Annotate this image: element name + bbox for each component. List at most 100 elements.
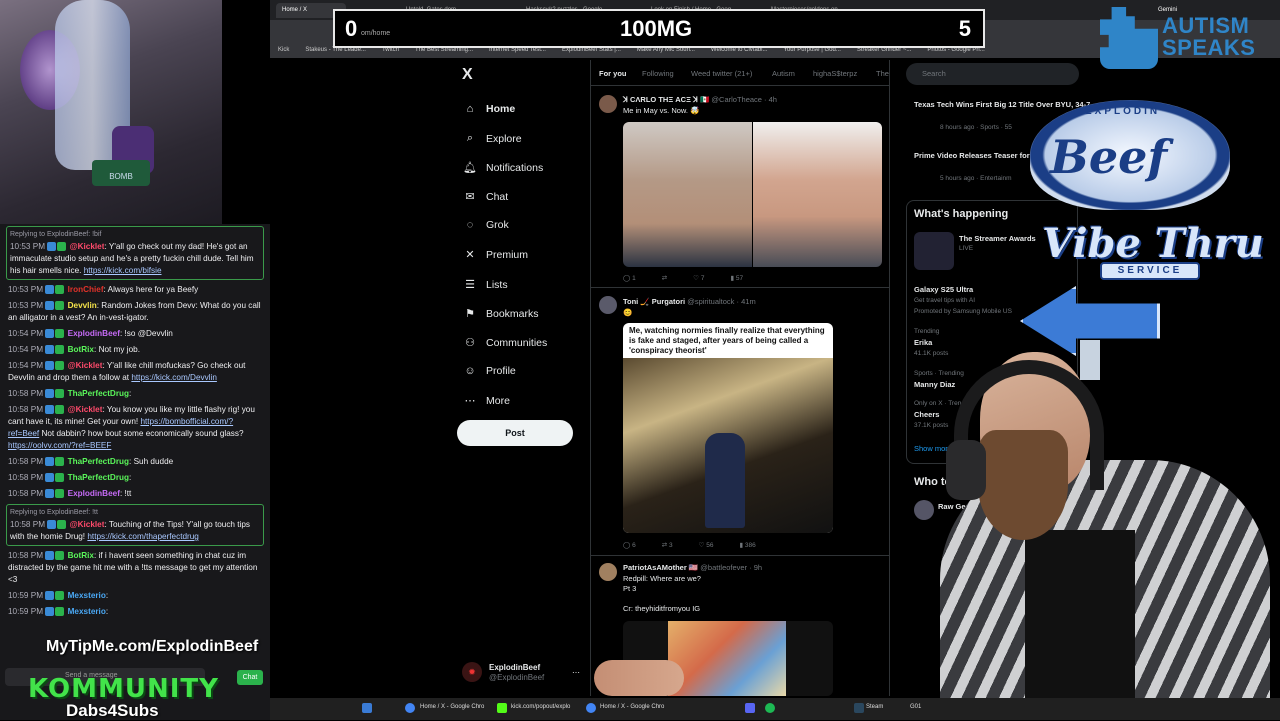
tweet-author[interactable]: Toni 🏒 Purgatori @spiritualtock · 41m [623,297,756,306]
chat-username[interactable]: Mexsterio [68,591,106,600]
trend-title[interactable]: Galaxy S25 Ultra [914,285,973,294]
tweet-actions[interactable]: ◯ 1 ⇄ ♡ 7 ▮ 57 [623,274,769,282]
chat-username[interactable]: ExplodinBeef [68,329,120,338]
taskbar-item[interactable]: G01 [910,704,921,710]
chat-message: 10:58 PM ExplodinBeef: !tt [8,489,132,499]
tab-following[interactable]: Following [642,69,674,78]
chat-timestamp: 10:58 PM [8,405,44,414]
tweet-text: Me in May vs. Now. 🤯 [623,106,700,115]
chat-username[interactable]: @Kicklet [68,361,103,370]
chrome-icon[interactable] [586,703,596,713]
tweet-text: 😊 [623,308,633,317]
chat-username[interactable]: ThaPerfectDrug [68,473,129,482]
chat-username[interactable]: Devvlin [68,301,97,310]
trend-meta: 8 hours ago · Sports · 55 [940,124,1012,131]
badge-icon [45,489,55,499]
map-graphic [668,621,786,696]
tab-the[interactable]: The [876,69,889,78]
trend-meta: LIVE [959,245,974,252]
chat-link[interactable]: https://oolvv.com/?ref=BEEF [8,441,111,450]
explodin-beef-logo: EXPLODIN Beef Vibe Thru SERVICE [1010,90,1270,380]
nav-item-chat[interactable]: ✉ Chat [463,190,508,204]
nav-item-bookmarks[interactable]: ⚑ Bookmarks [463,307,538,321]
nav-label: Profile [486,365,516,377]
taskbar-item[interactable]: kick.com/popout/explo [511,704,570,710]
chat-username[interactable]: @Kicklet [70,520,105,529]
nav-item-profile[interactable]: ☺ Profile [463,365,516,377]
chat-username[interactable]: BotRix [68,551,94,560]
badge-icon [55,329,65,339]
chat-username[interactable]: ExplodinBeef [68,489,120,498]
tab-weed-twitter[interactable]: Weed twitter (21+) [691,69,752,78]
url-fragment: om/home [361,30,391,37]
chat-message: Replying to ExplodinBeef: !bif 10:53 PM @… [6,226,264,280]
badge-icon [55,473,65,483]
taskbar-item[interactable]: Steam [866,704,883,710]
tweet-avatar[interactable] [599,563,617,581]
chat-message: 10:59 PM Mexsterio: [8,591,109,601]
tipme-overlay: MyTipMe.com/ExplodinBeef [46,638,259,655]
chat-username[interactable]: BotRix [68,345,94,354]
meme-caption: Me, watching normies finally realize tha… [629,326,825,355]
nav-label: Communities [486,336,548,349]
nav-item-premium[interactable]: ✕ Premium [463,248,528,262]
tweet-avatar[interactable] [599,95,617,113]
chat-username[interactable]: Mexsterio [68,607,106,616]
tab-autism[interactable]: Autism [772,69,795,78]
steam-icon[interactable] [854,703,864,713]
kick-icon[interactable] [497,703,507,713]
chat-message: 10:58 PM BotRix: if i havent seen someth… [8,551,258,584]
nav-item-grok[interactable]: ◌ Grok [463,219,509,231]
nav-item-more[interactable]: ⋯ More [463,394,510,408]
tab-for-you[interactable]: For you [599,69,627,78]
headphone-cup [946,440,986,500]
tweet-avatar[interactable] [599,296,617,314]
tweet-photo-after[interactable] [753,122,882,267]
badge-icon [55,361,65,371]
badge-icon [45,591,55,601]
grok-icon: ◌ [466,219,474,231]
nav-item-home[interactable]: ⌂ Home [463,103,516,115]
badge-icon [45,361,55,371]
chat-link[interactable]: https://kick.com/thaperfectdrug [87,532,199,541]
whats-happening-heading: What's happening [914,208,1009,220]
spotify-icon[interactable] [765,703,775,713]
tweet-author[interactable]: PatriotAsAMother 🇺🇸 @battleofever · 9h [623,563,762,572]
chat-send-button[interactable]: Chat [237,670,263,685]
chrome-icon[interactable] [405,703,415,713]
nav-item-explore[interactable]: ⌕ Explore [463,132,522,145]
taskbar-item[interactable]: Home / X - Google Chro [420,704,484,710]
tab-highasterpz[interactable]: highaS$terpz [813,69,857,78]
chat-message: 10:58 PM @Kicklet: You know you like my … [8,405,255,450]
tweet-actions[interactable]: ◯ 6 ⇄ 3 ♡ 56 ▮ 386 [623,541,782,549]
reply-context: Replying to ExplodinBeef: !tt [10,509,98,516]
start-icon[interactable] [362,703,372,713]
tweet-photo-before[interactable] [623,122,752,267]
reply-count: ◯ 1 [623,275,636,282]
chat-link[interactable]: https://kick.com/bifsie [84,266,162,275]
chat-username[interactable]: @Kicklet [70,242,105,251]
chat-username[interactable]: IronChief [68,285,104,294]
discord-icon[interactable] [745,703,755,713]
logo-vibe-text: Vibe Thru [1042,220,1264,267]
taskbar-item[interactable]: Home / X - Google Chro [600,704,664,710]
x-logo[interactable]: X [462,66,473,84]
chat-timestamp: 10:54 PM [8,329,44,338]
nav-item-lists[interactable]: ☰ Lists [463,278,508,292]
account-name: ExplodinBeef [489,663,541,672]
tweet-author[interactable]: ꓘ CΛRLO THΞ ACΞ ꓘ 🇲🇽 @CarloTheace · 4h [623,95,777,104]
nav-item-communities[interactable]: ⚇ Communities [463,336,548,350]
post-button[interactable]: Post [457,420,573,446]
chat-username[interactable]: ThaPerfectDrug [68,389,129,398]
bookmark-item[interactable]: Kick [278,47,289,53]
chat-link[interactable]: https://kick.com/Devvlin [131,373,217,382]
rig-base: BOMB [92,160,150,186]
tweet-meme-image[interactable]: Me, watching normies finally realize tha… [623,323,833,533]
trend-thumbnail [914,232,954,270]
nav-item-notifications[interactable]: 🔔︎ Notifications [463,161,543,175]
badge-icon [45,405,55,415]
trend-meta: 5 hours ago · Entertainm [940,175,1012,182]
chat-username[interactable]: ThaPerfectDrug [68,457,129,466]
chat-username[interactable]: @Kicklet [68,405,103,414]
search-input[interactable]: Search [906,63,1079,85]
